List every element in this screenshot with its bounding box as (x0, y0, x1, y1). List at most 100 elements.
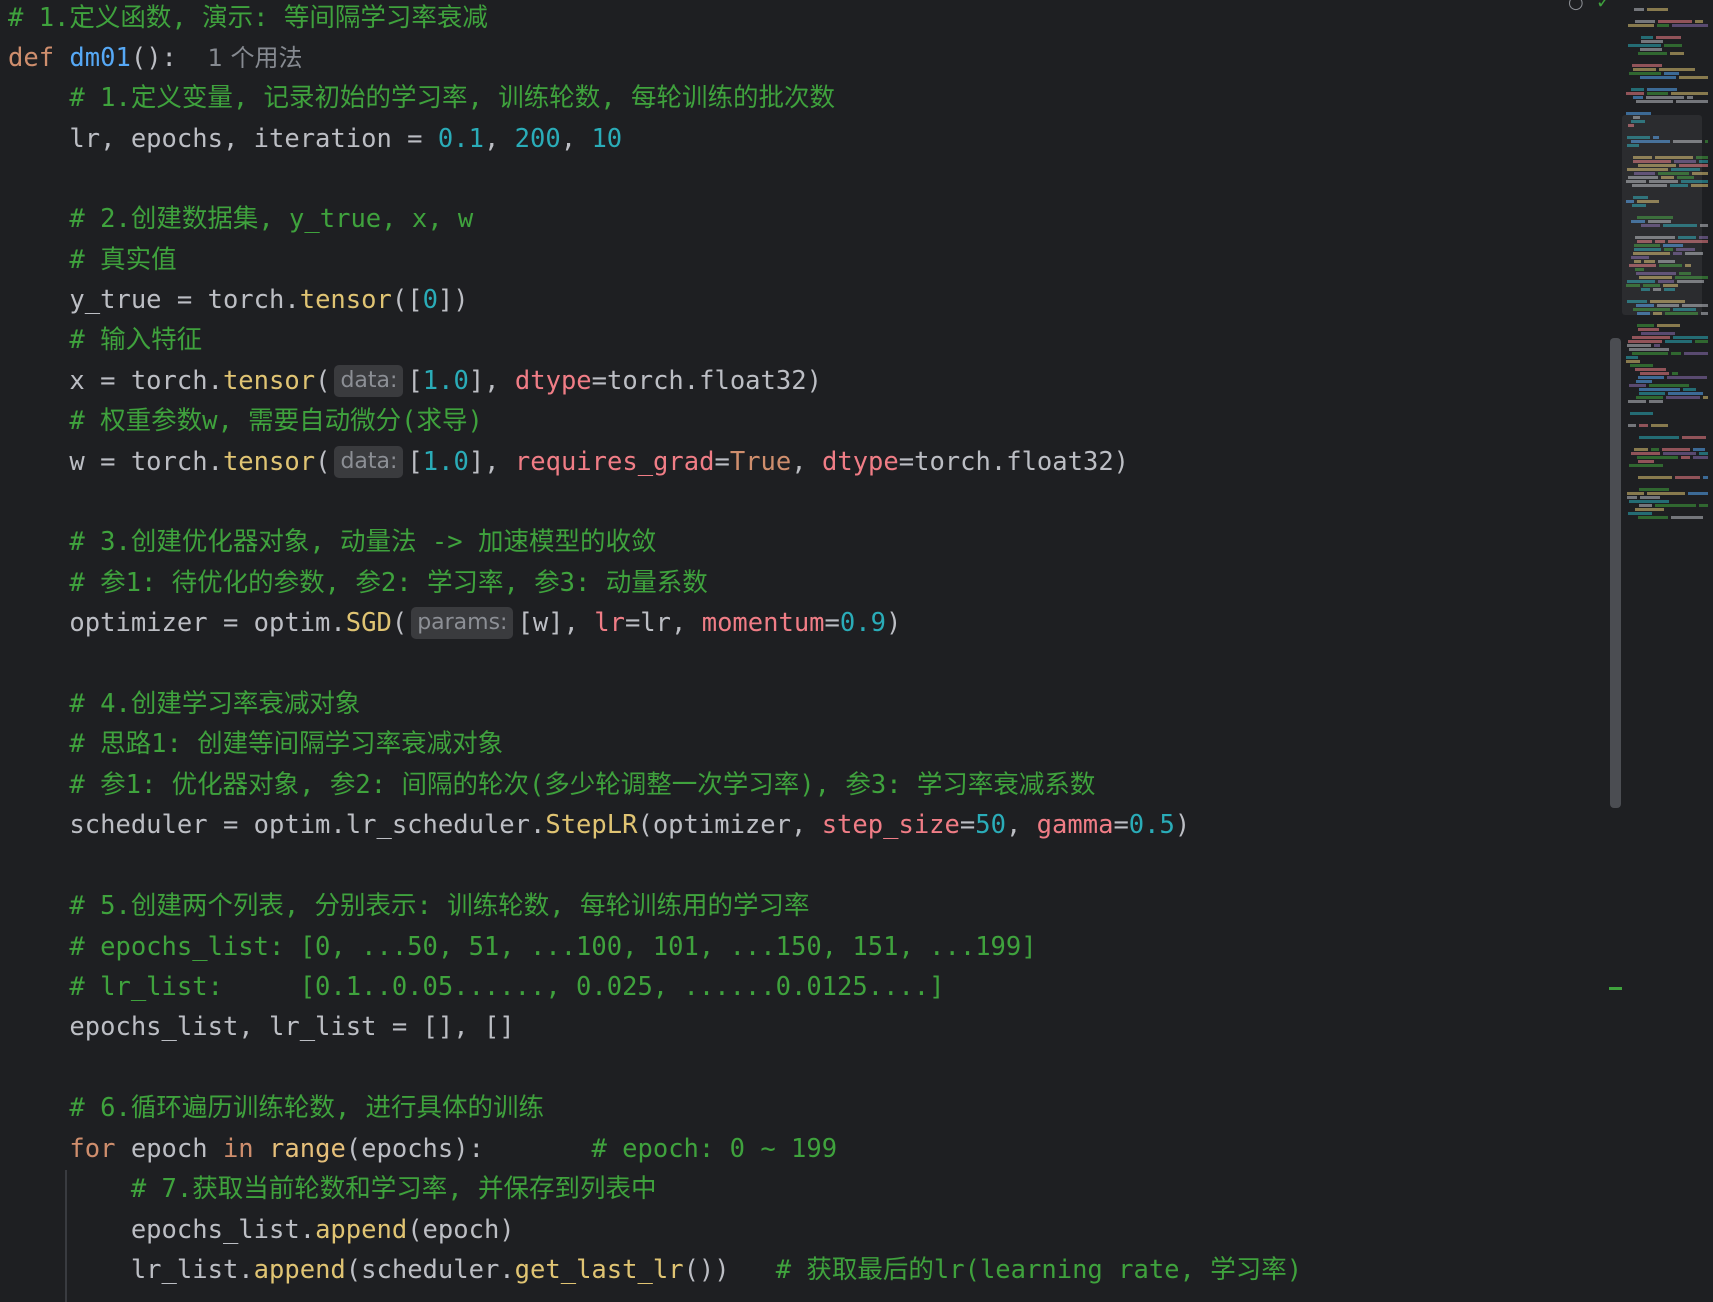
code-line-28[interactable]: # 6.循环遍历训练轮数, 进行具体的训练 (8, 1088, 544, 1128)
minimap-line (1637, 456, 1678, 459)
minimap-line (1638, 476, 1672, 479)
minimap-line (1675, 476, 1700, 479)
minimap-line (1682, 436, 1706, 439)
minimap-line (1638, 460, 1654, 463)
code-line-25[interactable]: # lr_list: [0.1..0.05......, 0.025, ....… (8, 967, 944, 1007)
code-line-6[interactable]: # 2.创建数据集, y_true, x, w (8, 199, 473, 239)
minimap-viewport[interactable] (1622, 115, 1702, 315)
minimap-line (1626, 360, 1640, 363)
minimap-line (1676, 100, 1708, 103)
code-line-2[interactable]: def dm01(): 1 个用法 (8, 38, 303, 78)
minimap-line (1633, 68, 1656, 71)
minimap-line (1671, 92, 1708, 95)
code-line-30[interactable]: # 7.获取当前轮数和学习率, 并保存到列表中 (8, 1169, 657, 1209)
minimap-line (1665, 340, 1692, 343)
minimap-line (1657, 24, 1669, 27)
minimap-line (1628, 424, 1636, 427)
minimap-line (1655, 504, 1696, 507)
minimap-line (1670, 52, 1684, 55)
code-line-11[interactable]: # 权重参数w, 需要自动微分(求导) (8, 401, 482, 441)
code-line-8[interactable]: y_true = torch.tensor([0]) (8, 280, 468, 320)
code-line-32[interactable]: lr_list.append(scheduler.get_last_lr()) … (8, 1250, 1302, 1290)
code-line-20[interactable]: # 参1: 优化器对象, 参2: 间隔的轮次(多少轮调整一次学习率), 参3: … (8, 765, 1095, 805)
minimap-line (1638, 376, 1664, 379)
minimap-line (1639, 388, 1680, 391)
code-line-18[interactable]: # 4.创建学习率衰减对象 (8, 684, 360, 724)
minimap-line (1667, 376, 1707, 379)
minimap-line (1647, 92, 1668, 95)
param-hint-data: data: (334, 365, 404, 397)
minimap-line (1688, 492, 1708, 495)
minimap-line (1651, 424, 1668, 427)
code-line-26[interactable]: epochs_list, lr_list = [], [] (8, 1007, 514, 1047)
minimap-line (1647, 492, 1685, 495)
minimap-line (1668, 392, 1703, 395)
minimap-line (1663, 452, 1696, 455)
code-line-16[interactable]: optimizer = optim.SGD(params: [w], lr=lr,… (8, 603, 901, 643)
minimap-line (1649, 384, 1689, 387)
minimap-line (1640, 372, 1669, 375)
minimap-line (1629, 500, 1669, 503)
minimap-line (1630, 412, 1653, 415)
code-line-21[interactable]: scheduler = optim.lr_scheduler.StepLR(op… (8, 805, 1190, 845)
code-line-29[interactable]: for epoch in range(epochs): # epoch: 0 ~… (8, 1129, 837, 1169)
minimap-line (1631, 452, 1660, 455)
code-line-14[interactable]: # 3.创建优化器对象, 动量法 -> 加速模型的收敛 (8, 522, 656, 562)
code-line-24[interactable]: # epochs_list: [0, ...50, 51, ...100, 10… (8, 927, 1036, 967)
minimap-line (1639, 424, 1648, 427)
code-line-4[interactable]: lr, epochs, iteration = 0.1, 200, 10 (8, 119, 622, 159)
minimap-line (1640, 496, 1660, 499)
code-editor[interactable]: # 1.定义函数, 演示: 等间隔学习率衰减 def dm01(): 1 个用法… (0, 0, 1610, 1302)
minimap-line (1630, 364, 1653, 367)
code-line-7[interactable]: # 真实值 (8, 240, 176, 280)
minimap-line (1635, 508, 1664, 511)
minimap-line (1695, 20, 1703, 23)
code-line-3[interactable]: # 1.定义变量, 记录初始的学习率, 训练轮数, 每轮训练的批次数 (8, 78, 835, 118)
code-line-12[interactable]: w = torch.tensor(data: [1.0], requires_gr… (8, 442, 1129, 482)
minimap-line (1662, 448, 1690, 451)
minimap-line (1695, 340, 1708, 343)
code-line-23[interactable]: # 5.创建两个列表, 分别表示: 训练轮数, 每轮训练用的学习率 (8, 886, 809, 926)
minimap-line (1657, 324, 1680, 327)
eye-slash-icon[interactable]: ○ (1568, 0, 1584, 13)
minimap-line (1703, 396, 1708, 399)
minimap-line (1641, 40, 1663, 43)
minimap-line (1638, 52, 1667, 55)
check-icon[interactable]: ✓ (1596, 0, 1611, 13)
usage-hint[interactable]: 1 个用法 (208, 44, 303, 72)
minimap-line (1631, 88, 1644, 91)
code-line-15[interactable]: # 参1: 待优化的参数, 参2: 学习率, 参3: 动量系数 (8, 563, 707, 603)
minimap-line (1664, 44, 1682, 47)
minimap-line (1654, 344, 1660, 347)
minimap-line (1656, 36, 1681, 39)
minimap-line (1629, 384, 1646, 387)
minimap-line (1681, 456, 1690, 459)
code-line-10[interactable]: x = torch.tensor(data: [1.0], dtype=torch… (8, 361, 822, 401)
minimap-line (1673, 336, 1708, 339)
minimap-line (1699, 504, 1708, 507)
code-line-9[interactable]: # 输入特征 (8, 320, 202, 360)
minimap-line (1627, 496, 1637, 499)
minimap-line (1659, 68, 1695, 71)
minimap-line (1628, 340, 1662, 343)
minimap-line (1632, 352, 1668, 355)
vertical-scrollbar[interactable] (1610, 338, 1621, 808)
code-line-19[interactable]: # 思路1: 创建等间隔学习率衰减对象 (8, 724, 503, 764)
minimap-line (1636, 100, 1673, 103)
minimap-line (1628, 512, 1652, 515)
minimap-line (1647, 88, 1677, 91)
top-right-icons: ○ ✓ (1560, 0, 1620, 13)
minimap-line (1628, 24, 1654, 27)
minimap-line (1647, 8, 1668, 11)
code-line-1[interactable]: # 1.定义函数, 演示: 等间隔学习率衰减 (8, 0, 488, 38)
minimap-line (1699, 452, 1708, 455)
minimap-line (1683, 388, 1696, 391)
minimap-line (1658, 20, 1692, 23)
minimap-line (1640, 76, 1676, 79)
minimap-line (1634, 8, 1644, 11)
minimap-line (1679, 76, 1708, 79)
code-line-31[interactable]: epochs_list.append(epoch) (8, 1210, 515, 1250)
minimap-line (1639, 488, 1669, 491)
minimap-line (1636, 380, 1652, 383)
minimap-line (1626, 356, 1638, 359)
